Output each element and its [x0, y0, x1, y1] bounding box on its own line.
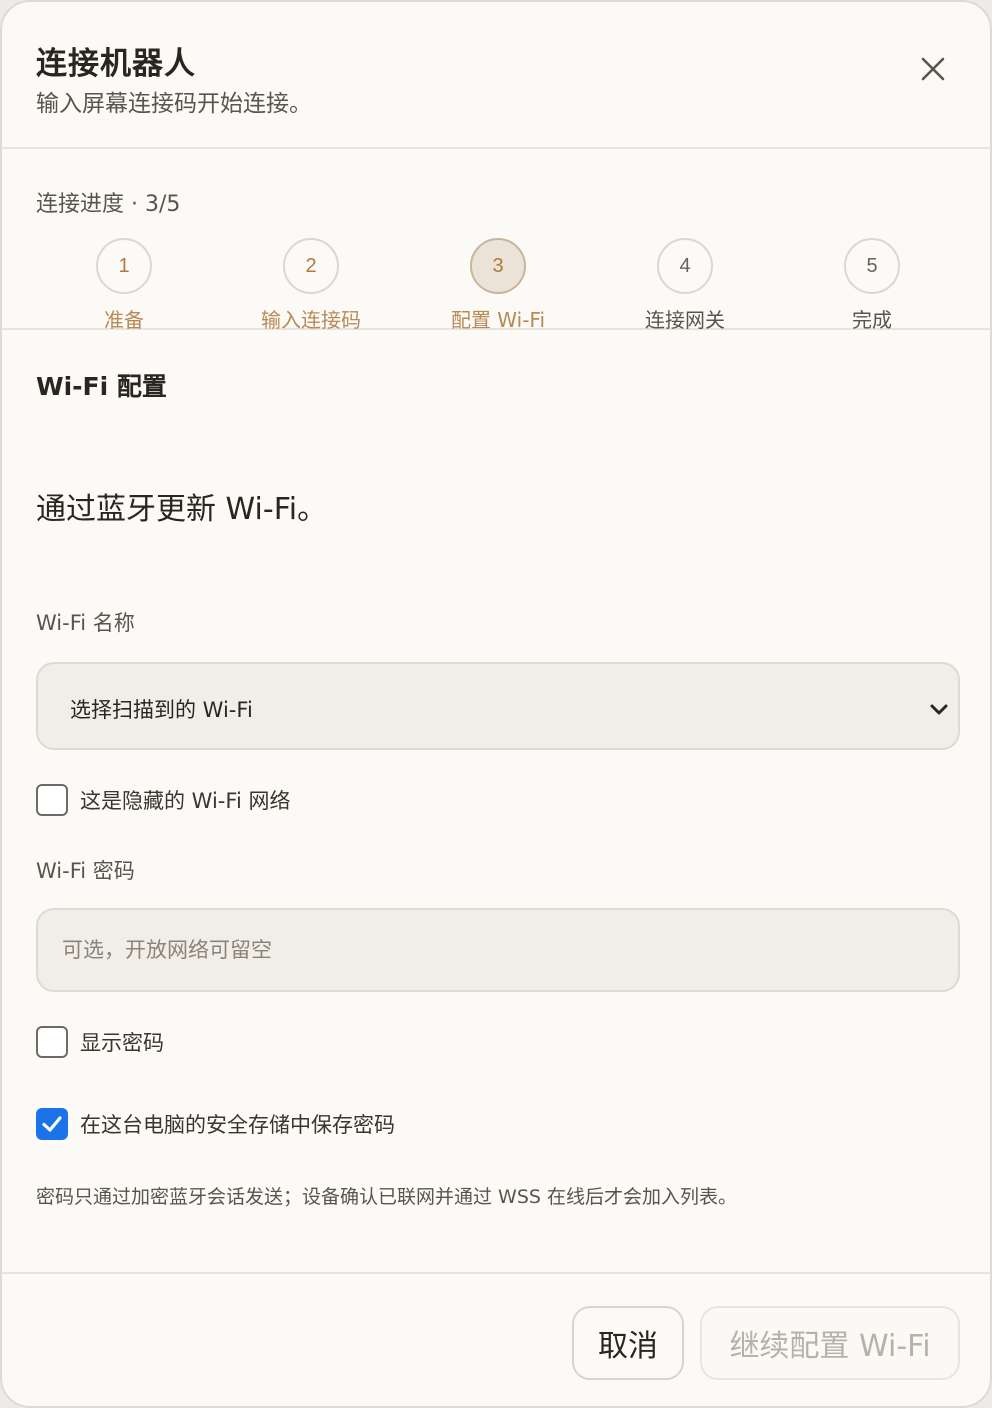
close-icon [921, 57, 945, 81]
connect-robot-dialog: 连接机器人 输入屏幕连接码开始连接。 连接进度 · 3/5 1 准备 2 输入连… [0, 0, 992, 1408]
hidden-network-checkbox[interactable] [36, 784, 68, 816]
step-label: 连接网关 [645, 308, 725, 332]
hidden-network-option[interactable]: 这是隐藏的 Wi-Fi 网络 [36, 783, 290, 817]
security-note: 密码只通过加密蓝牙会话发送；设备确认已联网并通过 WSS 在线后才会加入列表。 [36, 1186, 737, 1208]
step-number: 1 [96, 238, 152, 294]
step-label: 完成 [852, 308, 892, 332]
wifi-name-label: Wi-Fi 名称 [36, 611, 135, 635]
show-password-option[interactable]: 显示密码 [36, 1025, 164, 1059]
hidden-network-label: 这是隐藏的 Wi-Fi 网络 [80, 789, 291, 813]
cancel-button[interactable]: 取消 [572, 1306, 684, 1380]
step-enter-code[interactable]: 2 输入连接码 [241, 238, 381, 333]
step-label: 输入连接码 [261, 308, 361, 332]
step-label: 配置 Wi-Fi [450, 308, 546, 332]
step-configure-wifi[interactable]: 3 配置 Wi-Fi [428, 238, 568, 333]
show-password-label: 显示密码 [80, 1031, 164, 1055]
close-button[interactable] [910, 46, 956, 92]
select-value: 选择扫描到的 Wi-Fi [70, 698, 253, 722]
wifi-password-input[interactable] [36, 908, 960, 992]
checkmark-icon [42, 1116, 62, 1132]
progress-steps: 1 准备 2 输入连接码 3 配置 Wi-Fi 4 连接网关 5 完成 [2, 238, 990, 333]
wifi-password-label: Wi-Fi 密码 [36, 859, 135, 883]
save-password-label: 在这台电脑的安全存储中保存密码 [80, 1113, 395, 1137]
lead-text: 通过蓝牙更新 Wi-Fi。 [36, 492, 328, 527]
section-title: Wi-Fi 配置 [36, 372, 167, 401]
step-number: 4 [657, 238, 713, 294]
dialog-title: 连接机器人 [36, 46, 196, 82]
dialog-header: 连接机器人 输入屏幕连接码开始连接。 [2, 2, 990, 149]
dialog-footer: 取消 继续配置 Wi-Fi [2, 1272, 990, 1406]
step-done[interactable]: 5 完成 [802, 238, 942, 333]
step-connect-gateway[interactable]: 4 连接网关 [615, 238, 755, 333]
progress-label: 连接进度 · 3/5 [36, 192, 181, 217]
step-number: 3 [470, 238, 526, 294]
wifi-name-select[interactable]: 选择扫描到的 Wi-Fi [36, 662, 960, 750]
save-password-option[interactable]: 在这台电脑的安全存储中保存密码 [36, 1107, 395, 1141]
dialog-subtitle: 输入屏幕连接码开始连接。 [36, 91, 312, 117]
save-password-checkbox[interactable] [36, 1108, 68, 1140]
show-password-checkbox[interactable] [36, 1026, 68, 1058]
step-prepare[interactable]: 1 准备 [54, 238, 194, 333]
chevron-down-icon [930, 704, 948, 715]
step-label: 准备 [104, 308, 144, 332]
step-number: 5 [844, 238, 900, 294]
continue-wifi-button[interactable]: 继续配置 Wi-Fi [700, 1306, 960, 1380]
step-number: 2 [283, 238, 339, 294]
